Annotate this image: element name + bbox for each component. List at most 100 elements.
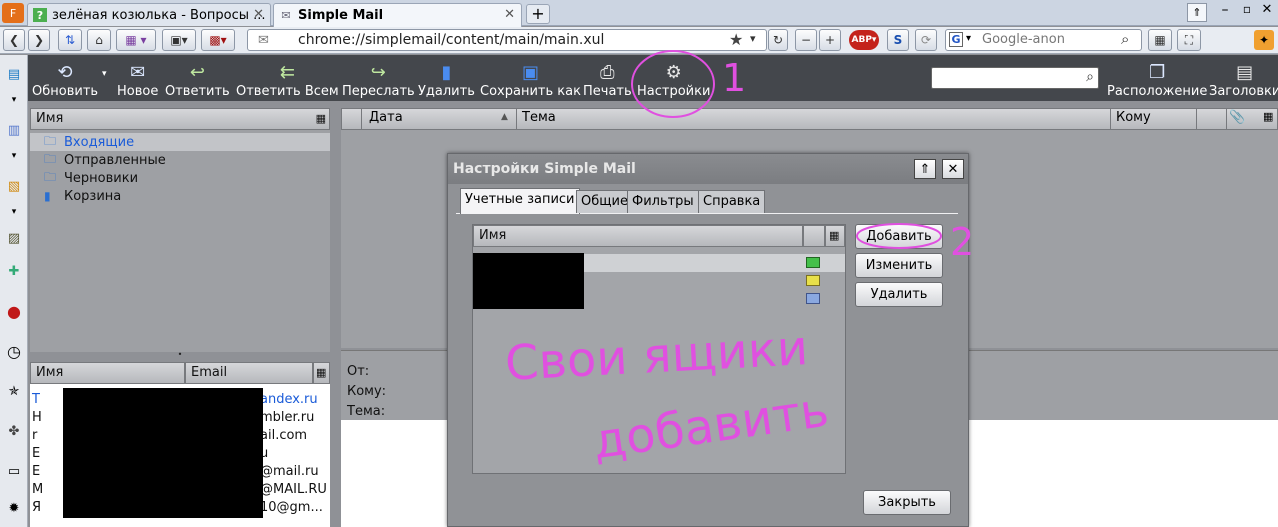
folder-label: Корзина bbox=[64, 188, 122, 204]
printer-icon: ⎙ bbox=[600, 62, 615, 83]
adblock-icon[interactable]: ABP▾ bbox=[849, 30, 879, 50]
contacts-column-picker[interactable]: ▦ bbox=[313, 362, 330, 384]
folder-drafts[interactable]: 🗀 Черновики bbox=[44, 169, 138, 187]
sidebar-puzzle-icon[interactable]: ✚ bbox=[3, 260, 25, 282]
extension-orange-icon[interactable]: ✦ bbox=[1254, 30, 1274, 50]
sidebar-window-icon[interactable]: ▭ bbox=[3, 460, 25, 482]
bookmarks-icon[interactable]: ▣▾ bbox=[162, 29, 196, 51]
browser-tab-simple-mail[interactable]: ✉ Simple Mail ✕ bbox=[273, 3, 522, 27]
to-column-header[interactable]: Кому bbox=[1116, 110, 1151, 125]
trash-icon: ▮ bbox=[44, 189, 51, 203]
sidebar-clipboard-icon[interactable]: ▨ bbox=[3, 227, 25, 249]
pane-splitter[interactable]: • bbox=[30, 351, 330, 360]
bookmark-star-icon[interactable]: ★ bbox=[729, 30, 743, 49]
folder-column-header[interactable]: Имя ▦ bbox=[30, 108, 330, 130]
url-dropdown-icon[interactable]: ▾ bbox=[750, 32, 756, 45]
home-button[interactable]: ⌂ bbox=[87, 29, 111, 51]
browser-tab-questions[interactable]: ? зелёная козюлька - Вопросы ... ✕ bbox=[27, 3, 271, 26]
accounts-column-header[interactable]: Имя bbox=[473, 225, 803, 247]
dialog-close-icon[interactable]: ✕ bbox=[942, 159, 964, 179]
sidebar-arrow-icon[interactable]: ▾ bbox=[3, 201, 25, 223]
fullscreen-icon[interactable]: ⛶ bbox=[1177, 29, 1201, 51]
attachment-column-icon[interactable]: 📎 bbox=[1229, 110, 1245, 125]
list-all-tabs-icon[interactable]: ⇑ bbox=[1187, 3, 1207, 22]
tab-help[interactable]: Справка bbox=[698, 190, 766, 213]
firefox-menu-button[interactable]: F bbox=[2, 3, 24, 23]
sidebar-doc-icon[interactable]: ▤ bbox=[3, 63, 25, 85]
new-tab-button[interactable]: + bbox=[526, 4, 550, 24]
sync-icon[interactable]: ⇅ bbox=[58, 29, 82, 51]
url-bar[interactable]: chrome://simplemail/content/main/main.xu… bbox=[247, 29, 767, 51]
folder-inbox[interactable]: 🗀 Входящие bbox=[44, 133, 134, 151]
close-tab-icon[interactable]: ✕ bbox=[504, 7, 515, 22]
print-button[interactable]: ⎙ Печать bbox=[583, 59, 632, 100]
engine-dropdown-icon[interactable]: ▾ bbox=[966, 33, 971, 44]
add-account-button[interactable]: Добавить bbox=[855, 224, 943, 249]
search-icon[interactable]: ⌕ bbox=[1121, 30, 1129, 48]
edit-account-button[interactable]: Изменить bbox=[855, 253, 943, 278]
close-dialog-button[interactable]: Закрыть bbox=[863, 490, 951, 515]
contacts-email-header[interactable]: Email bbox=[185, 362, 313, 384]
contacts-name-header[interactable]: Имя bbox=[30, 362, 185, 384]
column-picker-icon[interactable]: ▦ bbox=[825, 225, 845, 247]
save-as-button[interactable]: ▣ Сохранить как bbox=[480, 59, 581, 100]
folder-trash[interactable]: ▮ Корзина bbox=[44, 187, 121, 205]
sidebar-red-ball-icon[interactable]: ● bbox=[3, 300, 25, 322]
s-addon-icon[interactable]: S bbox=[887, 29, 909, 51]
sidebar-arrow-icon[interactable]: ▾ bbox=[3, 145, 25, 167]
close-tab-icon[interactable]: ✕ bbox=[253, 7, 264, 22]
forward-mail-button[interactable]: ↪ Переслать bbox=[342, 59, 415, 100]
addon-icon[interactable]: ▩▾ bbox=[201, 29, 235, 51]
search-box[interactable]: Google-anon bbox=[945, 29, 1142, 51]
sidebar-gear-icon[interactable]: ✹ bbox=[3, 497, 25, 519]
mail-search-input[interactable]: ⌕ bbox=[931, 67, 1099, 89]
minimize-window-icon[interactable]: – bbox=[1216, 2, 1234, 20]
forward-label: Переслать bbox=[342, 84, 415, 99]
column-picker-icon[interactable]: ▦ bbox=[1263, 110, 1273, 123]
grey-addon-icon[interactable]: ⟳ bbox=[915, 29, 937, 51]
save-disk-icon: ▣ bbox=[521, 62, 539, 83]
tab-accounts[interactable]: Учетные записи bbox=[460, 188, 580, 214]
zoom-in-button[interactable]: + bbox=[819, 29, 841, 51]
reply-all-button[interactable]: ⇇ Ответить Всем bbox=[236, 59, 339, 100]
sidebar-arrow-icon[interactable]: ▾ bbox=[3, 89, 25, 111]
headers-button[interactable]: ▤ Заголовки bbox=[1209, 59, 1278, 100]
google-engine-icon[interactable]: G bbox=[949, 32, 963, 47]
folder-sent[interactable]: 🗀 Отправленные bbox=[44, 151, 166, 169]
speed-dial-icon[interactable]: ▦ ▾ bbox=[116, 29, 156, 51]
grid-addon-icon[interactable]: ▦ bbox=[1148, 29, 1172, 51]
headers-label: Заголовки bbox=[1209, 84, 1278, 99]
sidebar-star-icon[interactable]: ✯ bbox=[3, 380, 25, 402]
refresh-dropdown-icon[interactable]: ▾ bbox=[102, 69, 107, 79]
new-button[interactable]: ✉ Новое bbox=[117, 59, 159, 100]
remove-account-button[interactable]: Удалить bbox=[855, 282, 943, 307]
refresh-button[interactable]: ⟲ Обновить bbox=[32, 59, 98, 100]
column-picker-icon[interactable]: ▦ bbox=[316, 109, 326, 129]
sidebar-page-icon[interactable]: ▥ bbox=[3, 119, 25, 141]
settings-button[interactable]: ⚙ Настройки bbox=[637, 59, 710, 100]
back-button[interactable]: ❮ bbox=[3, 29, 25, 51]
contact-name: r bbox=[32, 428, 38, 443]
dialog-collapse-icon[interactable]: ⇑ bbox=[914, 159, 936, 179]
redaction-block bbox=[473, 253, 584, 309]
sidebar-addons-icon[interactable]: ✤ bbox=[3, 420, 25, 442]
tab-filters[interactable]: Фильтры bbox=[627, 190, 699, 213]
vertical-splitter[interactable] bbox=[331, 101, 340, 527]
layout-button[interactable]: ❐ Расположение bbox=[1107, 59, 1207, 100]
subject-column-header[interactable]: Тема bbox=[522, 110, 556, 125]
accounts-type-column[interactable] bbox=[803, 225, 825, 247]
date-column-header[interactable]: Дата bbox=[369, 110, 403, 125]
tab-general[interactable]: Общие bbox=[576, 190, 633, 213]
sidebar-book-icon[interactable]: ▧ bbox=[3, 175, 25, 197]
new-label: Новое bbox=[117, 84, 159, 99]
blue-envelope-icon bbox=[806, 293, 820, 304]
close-window-icon[interactable]: ✕ bbox=[1258, 2, 1276, 20]
column-divider bbox=[361, 108, 362, 130]
delete-button[interactable]: ▮ Удалить bbox=[418, 59, 475, 100]
reply-button[interactable]: ↩ Ответить bbox=[165, 59, 230, 100]
zoom-out-button[interactable]: − bbox=[795, 29, 817, 51]
reload-button[interactable]: ↻ bbox=[768, 29, 788, 51]
maximize-window-icon[interactable]: ▫ bbox=[1238, 2, 1256, 20]
sidebar-clock-icon[interactable]: ◷ bbox=[3, 340, 25, 362]
forward-button[interactable]: ❯ bbox=[28, 29, 50, 51]
